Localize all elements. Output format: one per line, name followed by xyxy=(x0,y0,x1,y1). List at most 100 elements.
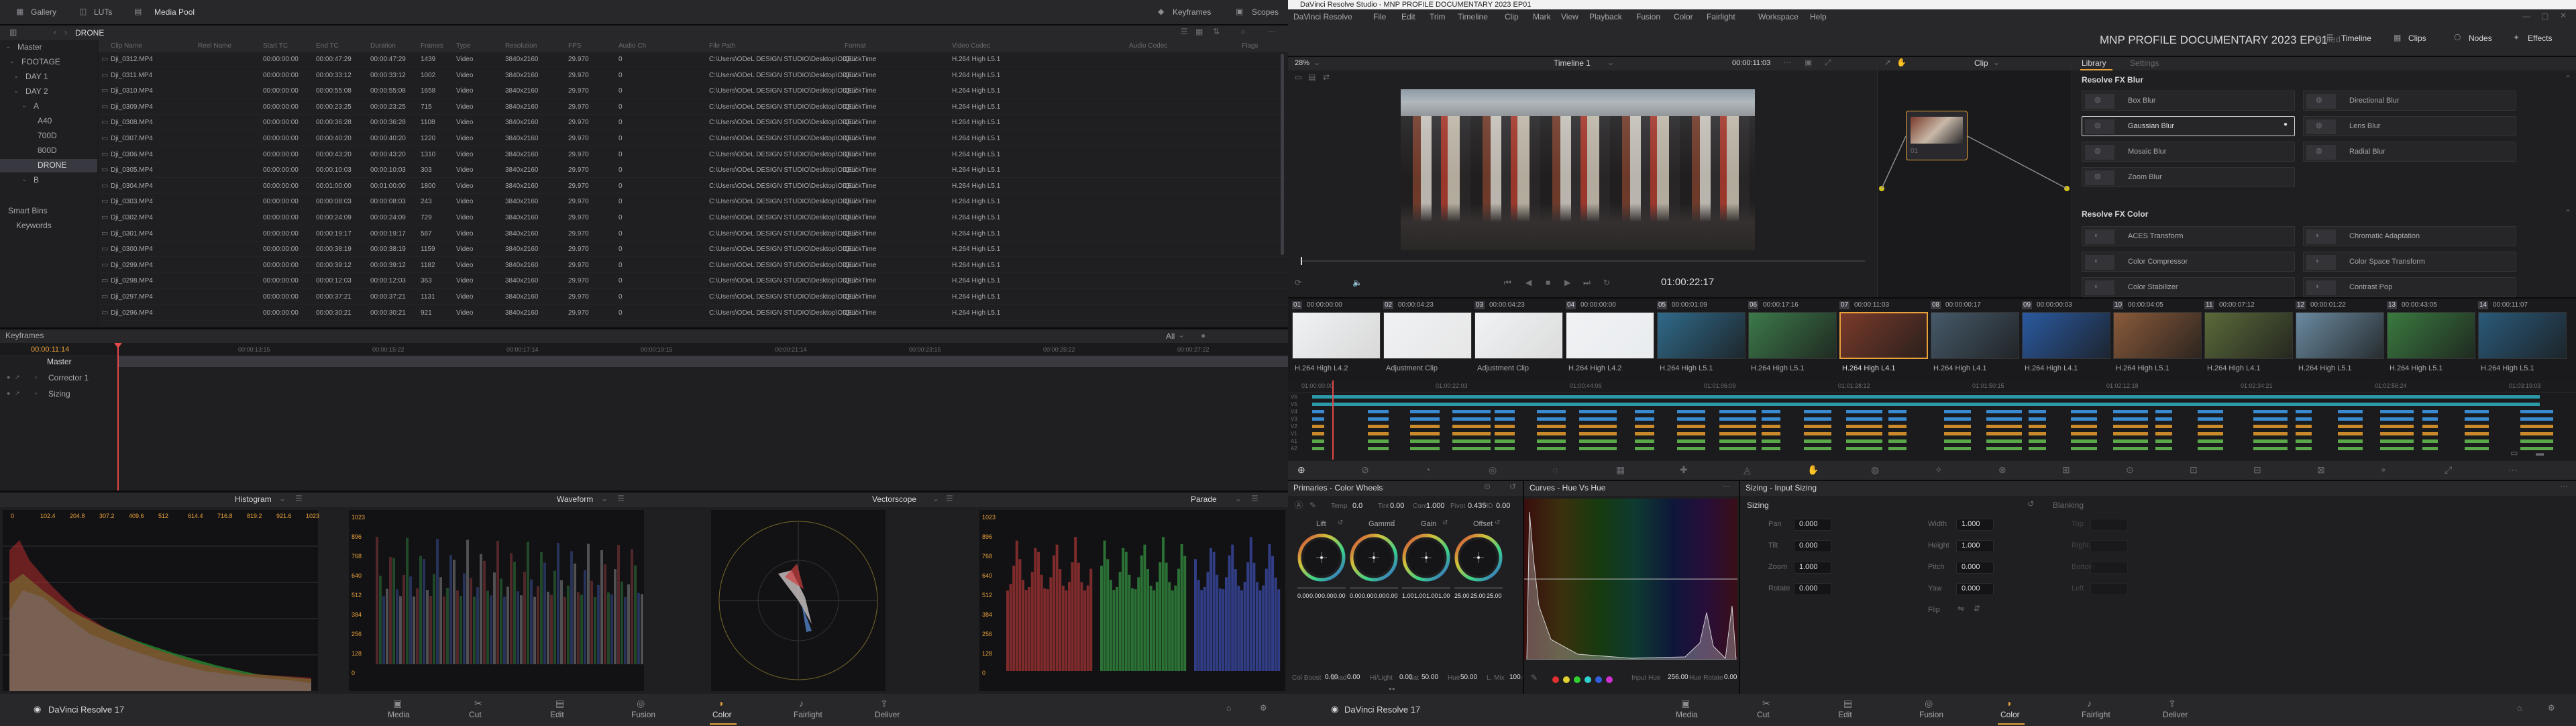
bin-item-master[interactable]: Master xyxy=(17,42,42,52)
page-tab-fusion[interactable]: Fusion xyxy=(1919,710,1943,720)
param-value-tint[interactable]: 0.00 xyxy=(1390,502,1404,511)
fx-item[interactable]: ◐ ACES Transform xyxy=(2082,226,2295,246)
volume-icon[interactable]: 🔈 xyxy=(1352,278,1362,288)
media-pool-tab[interactable]: Media Pool xyxy=(154,7,195,17)
sizing-value[interactable]: 1.000 xyxy=(1799,563,1818,572)
view-thumb-icon[interactable]: ▦ xyxy=(1195,27,1203,37)
palette-icon[interactable]: ⊠ xyxy=(2317,464,2325,475)
clip-thumbnail[interactable]: 1000:00:04:05V1H.264 High L5.1 xyxy=(2113,299,2202,380)
track-lock-icon[interactable]: ↗ xyxy=(15,374,20,380)
fx-fav-icon[interactable]: ● xyxy=(2284,121,2288,129)
menu-edit[interactable]: Edit xyxy=(1401,12,1415,22)
step-back-icon[interactable]: ◀ xyxy=(1525,278,1532,288)
workspace-effects-icon[interactable]: ✦ xyxy=(2513,33,2520,43)
clip-thumbnail[interactable]: 1300:00:43:05V1H.264 High L5.1 xyxy=(2387,299,2475,380)
menu-trim[interactable]: Trim xyxy=(1430,12,1446,22)
page-tab-deliver[interactable]: Deliver xyxy=(2163,710,2188,720)
chevron-down-icon[interactable]: ⌄ xyxy=(9,58,15,66)
palette-icon[interactable]: ⤢ xyxy=(2445,464,2452,475)
input-hue-value[interactable]: 256.00 xyxy=(1668,674,1688,682)
options-icon[interactable]: ⋯ xyxy=(1268,27,1276,37)
skip-end-icon[interactable]: ⏭ xyxy=(1583,278,1591,288)
luts-icon[interactable]: ◫ xyxy=(79,7,87,17)
fx-item[interactable]: ◍ Mosaic Blur xyxy=(2082,142,2295,162)
menu-fusion[interactable]: Fusion xyxy=(1636,12,1660,22)
bin-item-day-2[interactable]: DAY 2 xyxy=(25,87,48,97)
wheel-reset-icon[interactable]: ↺ xyxy=(1338,519,1343,527)
picker-icon[interactable]: ✎ xyxy=(1531,673,1538,683)
page-cut-icon[interactable]: ✂ xyxy=(1762,698,1770,709)
wheel-master-slider[interactable] xyxy=(1350,587,1398,589)
fx-item[interactable]: ◐ Color Compressor xyxy=(2082,252,2295,272)
loop-playback-icon[interactable]: ↻ xyxy=(1603,278,1610,288)
palette-icon[interactable]: ⋯ xyxy=(2508,464,2518,475)
bin-item-drone[interactable]: DRONE xyxy=(38,160,66,170)
chevron-down-icon[interactable]: ⌄ xyxy=(1313,58,1320,68)
chevron-down-icon[interactable]: ⌄ xyxy=(932,494,939,504)
fx-item[interactable]: ◍ Gaussian Blur ● xyxy=(2082,116,2295,136)
auto-balance-icon[interactable]: Ⓐ xyxy=(1295,501,1303,511)
palette-icon[interactable]: ⊘ xyxy=(1361,464,1369,475)
keyframes-ruler[interactable]: 00:00:11:14 00:00:13:15 00:00:15:22 00:00:… xyxy=(0,343,1288,356)
wheel-value[interactable]: 0.00 xyxy=(1334,592,1346,599)
workspace-clips-button[interactable]: Clips xyxy=(2408,34,2426,44)
table-row[interactable]: ▭ Dji_0303.MP4 00:00:00:00 00:00:08:03 00:00… xyxy=(99,195,1288,210)
page-cut-icon[interactable]: ✂ xyxy=(474,698,482,709)
palette-icon[interactable]: ✚ xyxy=(1680,464,1688,475)
bottom-param-value[interactable]: 50.00 xyxy=(1460,674,1477,682)
palette-icon[interactable]: ◬ xyxy=(1743,464,1751,475)
page-tab-cut[interactable]: Cut xyxy=(1757,710,1770,720)
palette-icon[interactable]: ⊗ xyxy=(1998,464,2006,475)
chevron-down-icon[interactable]: ⌄ xyxy=(279,494,286,504)
menu-view[interactable]: View xyxy=(1561,12,1578,22)
hue-swatch[interactable] xyxy=(1595,676,1602,683)
table-row[interactable]: ▭ Dji_0301.MP4 00:00:00:00 00:00:19:17 00:00… xyxy=(99,227,1288,242)
column-header[interactable]: Flags xyxy=(1242,42,1258,50)
wheel-reset-icon[interactable]: ↺ xyxy=(1495,519,1500,527)
hue-swatch[interactable] xyxy=(1563,676,1570,683)
primaries-mode-icon[interactable]: ⊙ xyxy=(1484,482,1491,492)
table-row[interactable]: ▭ Dji_0300.MP4 00:00:00:00 00:00:38:19 00:00… xyxy=(99,242,1288,258)
wheel-value[interactable]: 0.00 xyxy=(1386,592,1398,599)
chevron-down-icon[interactable]: ⌄ xyxy=(5,43,11,51)
blanking-field[interactable] xyxy=(2090,519,2128,531)
workspace-clips-icon[interactable]: ▦ xyxy=(2394,33,2401,43)
clip-thumbnail[interactable]: 0300:00:04:23V2Adjustment Clip xyxy=(1474,299,1563,380)
page-fusion-icon[interactable]: ◎ xyxy=(637,698,645,709)
fx-item[interactable]: ◐ Color Stabilizer xyxy=(2082,277,2295,297)
page-tab-color[interactable]: Color xyxy=(2000,710,2020,720)
column-header[interactable]: Clip Name xyxy=(111,42,142,50)
fx-item[interactable]: ◍ Directional Blur xyxy=(2303,91,2516,111)
scope-title-vectorscope[interactable]: Vectorscope xyxy=(872,495,916,505)
stop-icon[interactable]: ■ xyxy=(1546,278,1550,288)
palette-icon[interactable]: ⊞ xyxy=(2062,464,2070,475)
keyframes-tab[interactable]: Keyframes xyxy=(1173,7,1211,17)
table-row[interactable]: ▭ Dji_0304.MP4 00:00:00:00 00:01:00:00 00:01… xyxy=(99,179,1288,194)
bin-item-a[interactable]: A xyxy=(34,101,39,111)
zoom-in-icon[interactable]: ▬ xyxy=(2536,448,2544,458)
sort-icon[interactable]: ⇅ xyxy=(1213,27,1220,37)
page-tab-fairlight[interactable]: Fairlight xyxy=(2082,710,2110,720)
bin-item-b[interactable]: B xyxy=(34,175,39,185)
blanking-field[interactable] xyxy=(2090,540,2128,552)
clip-thumbnail[interactable]: 0800:00:00:17V1H.264 High L4.1 xyxy=(1931,299,2019,380)
column-header[interactable]: Resolution xyxy=(505,42,537,50)
page-tab-color[interactable]: Color xyxy=(712,710,732,720)
palette-icon[interactable]: ⊙ xyxy=(2126,464,2134,475)
scope-settings-icon[interactable]: ☰ xyxy=(295,494,303,504)
home-icon[interactable]: ⌂ xyxy=(1226,703,1231,713)
menu-help[interactable]: Help xyxy=(1810,12,1827,22)
settings-tab[interactable]: Settings xyxy=(2130,58,2159,68)
column-header[interactable]: Format xyxy=(845,42,866,50)
page-tab-media[interactable]: Media xyxy=(388,710,410,720)
palette-icon[interactable]: ✋ xyxy=(1807,464,1819,475)
column-header[interactable]: Audio Codec xyxy=(1129,42,1167,50)
chevron-up-icon[interactable]: ⌃ xyxy=(2565,208,2571,218)
wheel-value[interactable]: 0.00 xyxy=(1322,592,1334,599)
track-toggle-icon[interactable]: ● xyxy=(7,374,10,380)
scope-title-waveform[interactable]: Waveform xyxy=(557,495,593,505)
scrollbar[interactable] xyxy=(1281,54,1284,255)
fx-item[interactable]: ◍ Lens Blur xyxy=(2303,116,2516,136)
wheel-value[interactable]: 0.00 xyxy=(1309,592,1322,599)
gallery-icon[interactable]: ▦ xyxy=(16,7,23,17)
